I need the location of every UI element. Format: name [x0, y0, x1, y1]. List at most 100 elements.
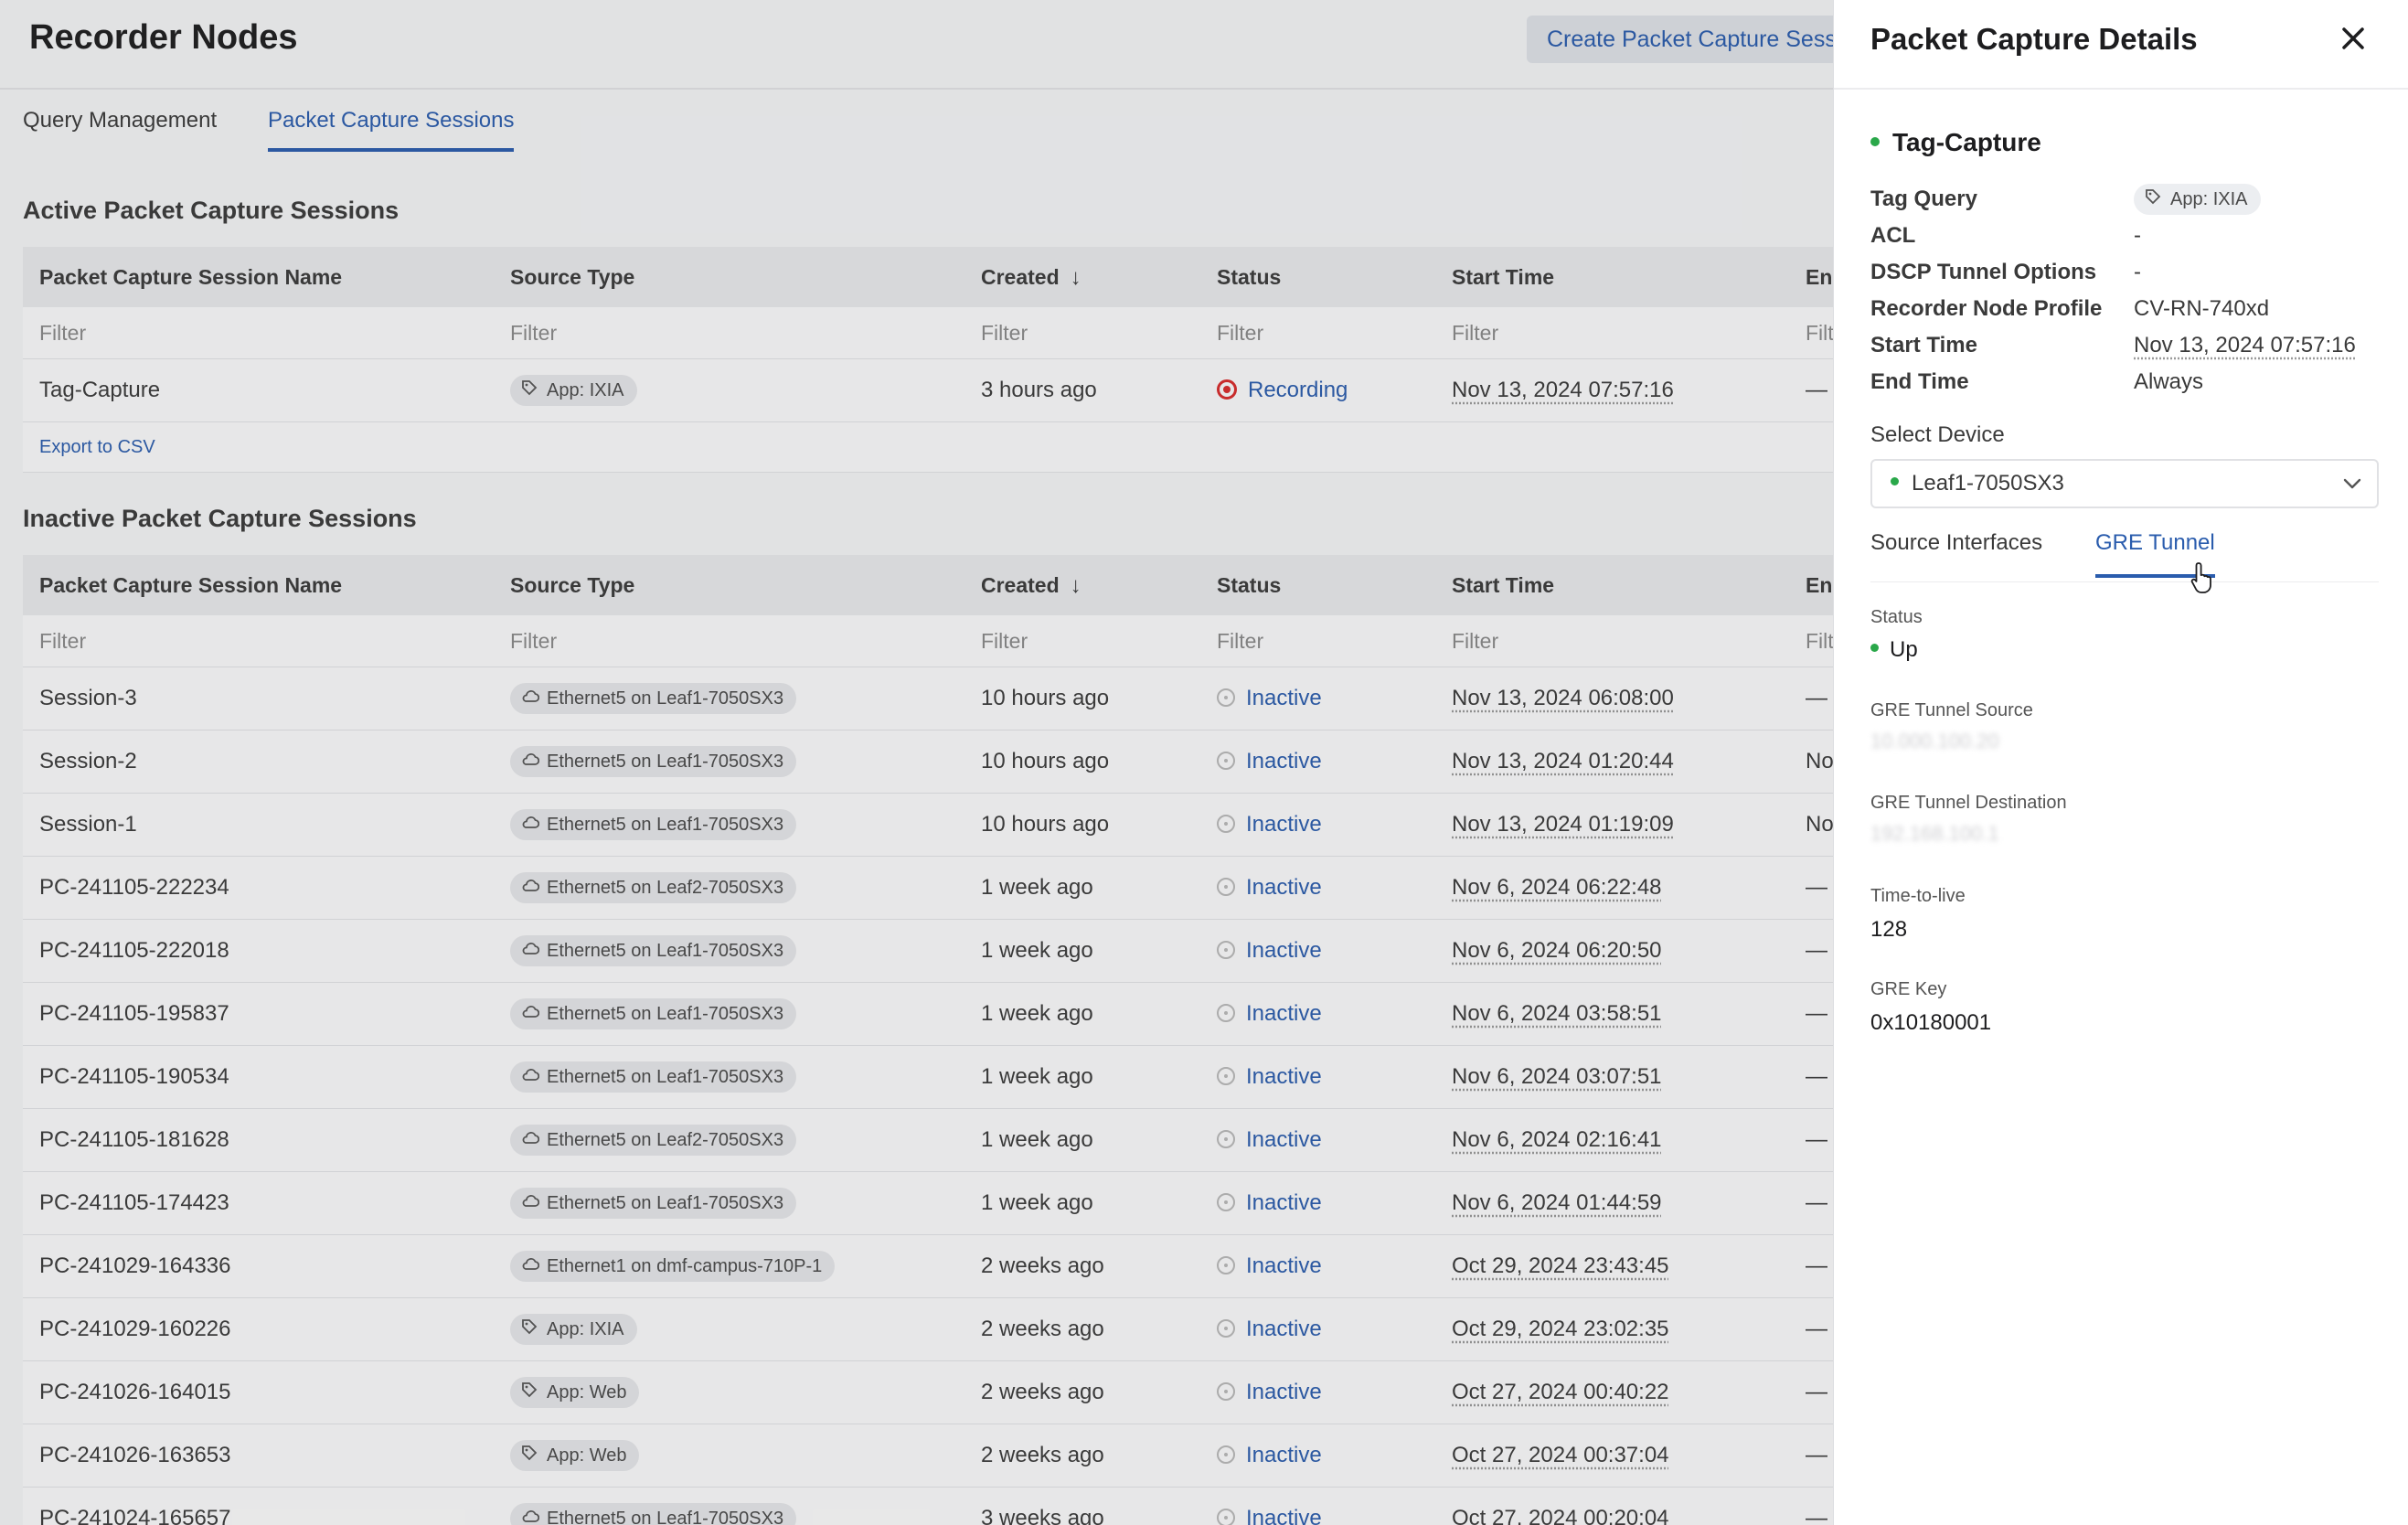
column-header-end-time[interactable]: End Time: [1806, 247, 1833, 307]
drawer-header: Packet Capture Details: [1834, 0, 2408, 90]
status-cell[interactable]: Inactive: [1217, 1361, 1322, 1424]
status-cell[interactable]: Inactive: [1217, 857, 1322, 919]
cloud-icon: [521, 935, 540, 966]
source-type-chip: Ethernet5 on Leaf1-7050SX3: [510, 746, 797, 777]
end-time-cell: —: [1806, 378, 1827, 402]
created-cell: 10 hours ago: [981, 686, 1110, 710]
table-row[interactable]: PC-241026-164015 App: Web 2 weeks ago Inact…: [23, 1361, 1833, 1424]
column-header-name[interactable]: Packet Capture Session Name: [39, 247, 342, 307]
start-time-cell: Oct 27, 2024 00:40:22: [1452, 1380, 1669, 1404]
status-cell[interactable]: Inactive: [1217, 1172, 1322, 1234]
table-row[interactable]: PC-241024-165657 Ethernet5 on Leaf1-7050S…: [23, 1488, 1833, 1525]
device-select[interactable]: Leaf1-7050SX3: [1870, 459, 2379, 508]
table-row[interactable]: PC-241029-164336 Ethernet1 on dmf-campus-…: [23, 1235, 1833, 1298]
column-header-status[interactable]: Status: [1217, 247, 1281, 307]
filter-input-name[interactable]: Filter: [39, 615, 86, 667]
gre-source-value: 10.000.100.20: [1870, 730, 1999, 752]
table-row[interactable]: PC-241105-222234 Ethernet5 on Leaf2-7050S…: [23, 857, 1833, 920]
status-cell[interactable]: Inactive: [1217, 1298, 1322, 1360]
column-header-end-time[interactable]: End Time: [1806, 555, 1833, 615]
gre-key-label: GRE Key: [1870, 979, 1947, 999]
inactive-icon: [1217, 1129, 1235, 1148]
table-row[interactable]: PC-241105-190534 Ethernet5 on Leaf1-7050S…: [23, 1046, 1833, 1109]
hand-cursor-icon: [2190, 562, 2211, 593]
column-header-source[interactable]: Source Type: [510, 555, 634, 615]
status-text: Inactive: [1246, 1127, 1322, 1152]
column-header-status[interactable]: Status: [1217, 555, 1281, 615]
column-header-name[interactable]: Packet Capture Session Name: [39, 555, 342, 615]
table-row[interactable]: PC-241105-195837 Ethernet5 on Leaf1-7050S…: [23, 983, 1833, 1046]
table-header: Packet Capture Session Name Source Type …: [23, 247, 1833, 307]
detail-tabs: Source Interfaces GRE Tunnel: [1870, 530, 2379, 582]
filter-input-name[interactable]: Filter: [39, 307, 86, 358]
gre-destination-label: GRE Tunnel Destination: [1870, 793, 2067, 813]
status-cell[interactable]: Inactive: [1217, 1424, 1322, 1487]
filter-row: Filter Filter Filter Filter Filter Filte…: [23, 615, 1833, 667]
column-header-created[interactable]: Created ↓: [981, 555, 1081, 616]
table-row[interactable]: PC-241029-160226 App: IXIA 2 weeks ago Inac…: [23, 1298, 1833, 1361]
status-cell[interactable]: Inactive: [1217, 1046, 1322, 1108]
tag-query-value: App: IXIA: [2170, 189, 2248, 209]
active-sessions-table: Packet Capture Session Name Source Type …: [23, 247, 1833, 473]
inactive-icon: [1217, 1381, 1235, 1401]
filter-input-created[interactable]: Filter: [981, 307, 1028, 358]
status-text: Recording: [1248, 378, 1348, 402]
cloud-icon: [521, 872, 540, 903]
filter-input-end-time[interactable]: Filter: [1806, 307, 1833, 358]
filter-input-source[interactable]: Filter: [510, 615, 557, 667]
table-row[interactable]: PC-241105-181628 Ethernet5 on Leaf2-7050S…: [23, 1109, 1833, 1172]
table-row[interactable]: Session-2 Ethernet5 on Leaf1-7050SX3 10 ho…: [23, 731, 1833, 794]
column-header-source[interactable]: Source Type: [510, 247, 634, 307]
column-header-created-label: Created: [981, 573, 1060, 597]
tab-packet-capture-sessions[interactable]: Packet Capture Sessions: [268, 108, 515, 152]
source-type-text: App: IXIA: [547, 380, 624, 400]
table-row[interactable]: PC-241105-222018 Ethernet5 on Leaf1-7050S…: [23, 920, 1833, 983]
filter-input-source[interactable]: Filter: [510, 307, 557, 358]
table-row[interactable]: Tag-Capture App: IXIA 3 hours ago Recording…: [23, 359, 1833, 422]
filter-input-status[interactable]: Filter: [1217, 615, 1263, 667]
start-time-cell: Nov 6, 2024 06:22:48: [1452, 875, 1662, 900]
column-header-created[interactable]: Created ↓: [981, 247, 1081, 308]
column-header-start-time[interactable]: Start Time: [1452, 247, 1554, 307]
inactive-icon: [1217, 940, 1235, 959]
created-cell: 1 week ago: [981, 875, 1093, 900]
status-cell[interactable]: Recording: [1217, 359, 1348, 421]
status-cell[interactable]: Inactive: [1217, 1109, 1322, 1171]
filter-input-start-time[interactable]: Filter: [1452, 615, 1498, 667]
table-row[interactable]: PC-241026-163653 App: Web 2 weeks ago Inact…: [23, 1424, 1833, 1488]
table-row[interactable]: PC-241105-174423 Ethernet5 on Leaf1-7050S…: [23, 1172, 1833, 1235]
detail-label-start-time: Start Time: [1870, 333, 1977, 357]
status-cell[interactable]: Inactive: [1217, 667, 1322, 730]
tab-query-management[interactable]: Query Management: [23, 108, 217, 148]
detail-label-end-time: End Time: [1870, 369, 1969, 394]
detail-value-start-time: Nov 13, 2024 07:57:16: [2134, 333, 2356, 357]
inactive-icon: [1217, 1318, 1235, 1338]
status-cell[interactable]: Inactive: [1217, 794, 1322, 856]
start-time-cell: Oct 27, 2024 00:37:04: [1452, 1443, 1669, 1467]
status-cell[interactable]: Inactive: [1217, 1235, 1322, 1297]
create-session-button[interactable]: Create Packet Capture Session: [1527, 16, 1833, 63]
start-time-cell: Nov 6, 2024 01:44:59: [1452, 1190, 1662, 1215]
gre-source-label: GRE Tunnel Source: [1870, 700, 2033, 720]
column-header-start-time[interactable]: Start Time: [1452, 555, 1554, 615]
status-text: Inactive: [1246, 1506, 1322, 1525]
status-cell[interactable]: Inactive: [1217, 920, 1322, 982]
created-cell: 2 weeks ago: [981, 1317, 1104, 1341]
status-cell[interactable]: Inactive: [1217, 731, 1322, 793]
tab-source-interfaces[interactable]: Source Interfaces: [1870, 530, 2042, 574]
status-cell[interactable]: Inactive: [1217, 1488, 1322, 1525]
table-row[interactable]: Session-1 Ethernet5 on Leaf1-7050SX3 10 ho…: [23, 794, 1833, 857]
end-time-cell: —: [1806, 1001, 1827, 1026]
column-header-created-label: Created: [981, 265, 1060, 289]
table-row[interactable]: Session-3 Ethernet5 on Leaf1-7050SX3 10 ho…: [23, 667, 1833, 731]
close-icon[interactable]: [2335, 20, 2371, 57]
export-csv-link[interactable]: Export to CSV: [39, 422, 155, 472]
gre-status-text: Up: [1890, 637, 1918, 662]
status-cell[interactable]: Inactive: [1217, 983, 1322, 1045]
filter-input-created[interactable]: Filter: [981, 615, 1028, 667]
filter-input-start-time[interactable]: Filter: [1452, 307, 1498, 358]
end-time-cell: —: [1806, 1317, 1827, 1341]
filter-input-end-time[interactable]: Filter: [1806, 615, 1833, 667]
filter-input-status[interactable]: Filter: [1217, 307, 1263, 358]
end-time-cell: —: [1806, 1443, 1827, 1467]
